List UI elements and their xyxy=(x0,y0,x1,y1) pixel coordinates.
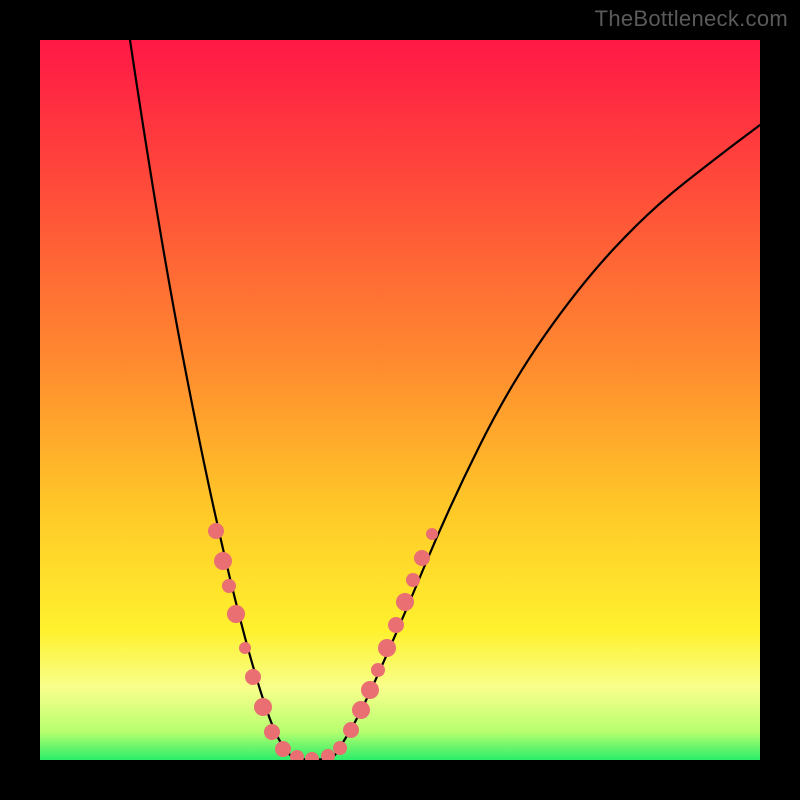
data-dot xyxy=(208,523,224,539)
watermark-label: TheBottleneck.com xyxy=(595,6,788,32)
data-dot xyxy=(333,741,347,755)
bottleneck-curve-svg xyxy=(40,40,760,760)
data-dot xyxy=(290,750,304,760)
data-dot xyxy=(214,552,232,570)
data-dot xyxy=(343,722,359,738)
data-dot xyxy=(222,579,236,593)
data-dot xyxy=(378,639,396,657)
data-dot xyxy=(371,663,385,677)
chart-stage: TheBottleneck.com xyxy=(0,0,800,800)
data-dot xyxy=(406,573,420,587)
data-dot xyxy=(305,752,319,760)
data-dot xyxy=(227,605,245,623)
data-dot xyxy=(275,741,291,757)
data-dot xyxy=(426,528,438,540)
plot-area xyxy=(40,40,760,760)
data-dot xyxy=(414,550,430,566)
data-dot xyxy=(321,749,335,760)
data-dot xyxy=(245,669,261,685)
data-dots xyxy=(208,523,438,760)
data-dot xyxy=(361,681,379,699)
bottleneck-curve xyxy=(130,40,760,760)
data-dot xyxy=(396,593,414,611)
data-dot xyxy=(264,724,280,740)
data-dot xyxy=(254,698,272,716)
data-dot xyxy=(388,617,404,633)
data-dot xyxy=(239,642,251,654)
data-dot xyxy=(352,701,370,719)
